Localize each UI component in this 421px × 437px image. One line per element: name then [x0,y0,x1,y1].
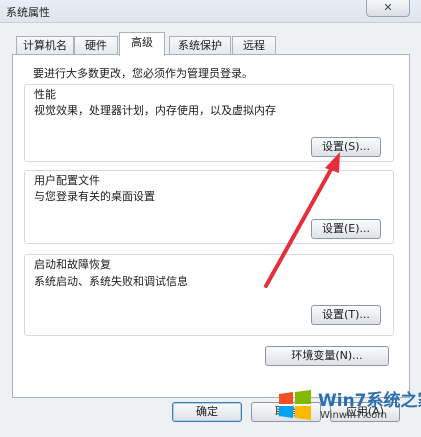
annotation-arrow-icon [264,152,340,288]
windows-logo-icon [279,390,311,420]
watermark-url: Winwin7.com [320,410,387,421]
tab-label: 高级 [131,36,153,49]
tab-advanced[interactable]: 高级 [119,32,165,56]
watermark-brand: Win7系统之家 [318,391,421,411]
watermark: Win7系统之家 Winwin7.com [274,384,421,437]
